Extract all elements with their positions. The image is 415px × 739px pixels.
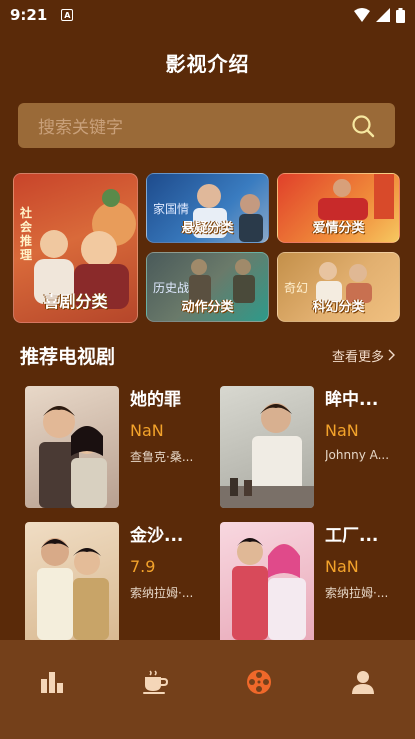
notification-badge-icon: A	[61, 9, 74, 21]
category-label: 悬疑分类	[181, 221, 234, 236]
category-scifi[interactable]: 奇幻 科幻分类	[277, 252, 400, 322]
drama-actor: 索纳拉姆·...	[325, 586, 389, 600]
drama-actor: 索纳拉姆·...	[130, 586, 194, 600]
chart-icon	[40, 672, 63, 693]
recommend-header: 推荐电视剧 查看更多	[20, 340, 395, 370]
poster-art	[39, 406, 107, 508]
status-time: 9:21	[10, 6, 48, 24]
drama-title: 她的罪	[130, 390, 181, 410]
drama-card[interactable]: 金沙... 7.9 索纳拉姆·...	[20, 522, 210, 644]
section-title: 推荐电视剧	[20, 345, 116, 368]
category-mystery[interactable]: 家国情 悬疑分类	[146, 173, 269, 243]
tab-movies[interactable]	[208, 640, 312, 739]
drama-actor: Johnny A...	[325, 448, 390, 462]
drama-score: NaN	[325, 421, 359, 440]
page-title: 影视介绍	[165, 52, 250, 76]
tab-rankings[interactable]	[0, 640, 104, 739]
drama-score: 7.9	[130, 557, 156, 576]
status-icons	[354, 7, 405, 23]
drama-title: 金沙...	[130, 526, 184, 546]
category-label: 爱情分类	[312, 221, 365, 236]
user-icon	[352, 671, 375, 694]
search-icon[interactable]	[351, 114, 375, 138]
category-action[interactable]: 历史战 动作分类	[146, 252, 269, 322]
category-label: 动作分类	[181, 300, 234, 315]
tab-profile[interactable]	[311, 640, 415, 739]
status-bar: 9:21 A	[0, 0, 415, 30]
bottom-tab-bar	[0, 640, 415, 739]
category-romance[interactable]: 爱情分类	[277, 173, 400, 243]
film-reel-icon	[247, 670, 272, 694]
drama-card[interactable]: 眸中... NaN Johnny A...	[215, 386, 405, 508]
view-more-label: 查看更多	[331, 349, 384, 365]
coffee-cup-icon	[142, 670, 168, 694]
search-bar[interactable]: 搜索关键字	[18, 103, 395, 148]
poster-art	[37, 538, 109, 640]
view-more-link[interactable]: 查看更多	[332, 346, 395, 365]
drama-actor: 查鲁克·桑...	[130, 450, 194, 464]
drama-card[interactable]: 她的罪 NaN 查鲁克·桑...	[20, 386, 210, 508]
drama-card[interactable]: 工厂... NaN 索纳拉姆·...	[215, 522, 405, 644]
drama-poster	[220, 522, 314, 644]
drama-poster	[25, 386, 119, 508]
tab-leisure[interactable]	[104, 640, 208, 739]
category-label: 科幻分类	[312, 300, 365, 315]
drama-title: 眸中...	[325, 390, 379, 410]
search-input[interactable]: 搜索关键字	[38, 113, 351, 138]
drama-score: NaN	[325, 557, 359, 576]
drama-title: 工厂...	[325, 526, 379, 546]
category-comedy[interactable]: 社会推理 喜剧分类	[13, 173, 138, 323]
category-label: 喜剧分类	[43, 292, 108, 311]
battery-icon	[396, 7, 405, 23]
drama-poster	[220, 386, 314, 508]
category-tagline: 家国情	[153, 202, 190, 216]
category-tagline: 社会推理	[20, 206, 33, 262]
category-tagline: 历史战	[153, 281, 190, 295]
drama-poster	[25, 522, 119, 644]
category-tagline: 奇幻	[284, 281, 309, 295]
drama-score: NaN	[130, 421, 164, 440]
chevron-right-icon	[388, 349, 395, 361]
wifi-icon	[354, 8, 370, 22]
poster-art	[220, 403, 314, 508]
signal-icon	[376, 8, 390, 22]
poster-art	[232, 538, 306, 640]
